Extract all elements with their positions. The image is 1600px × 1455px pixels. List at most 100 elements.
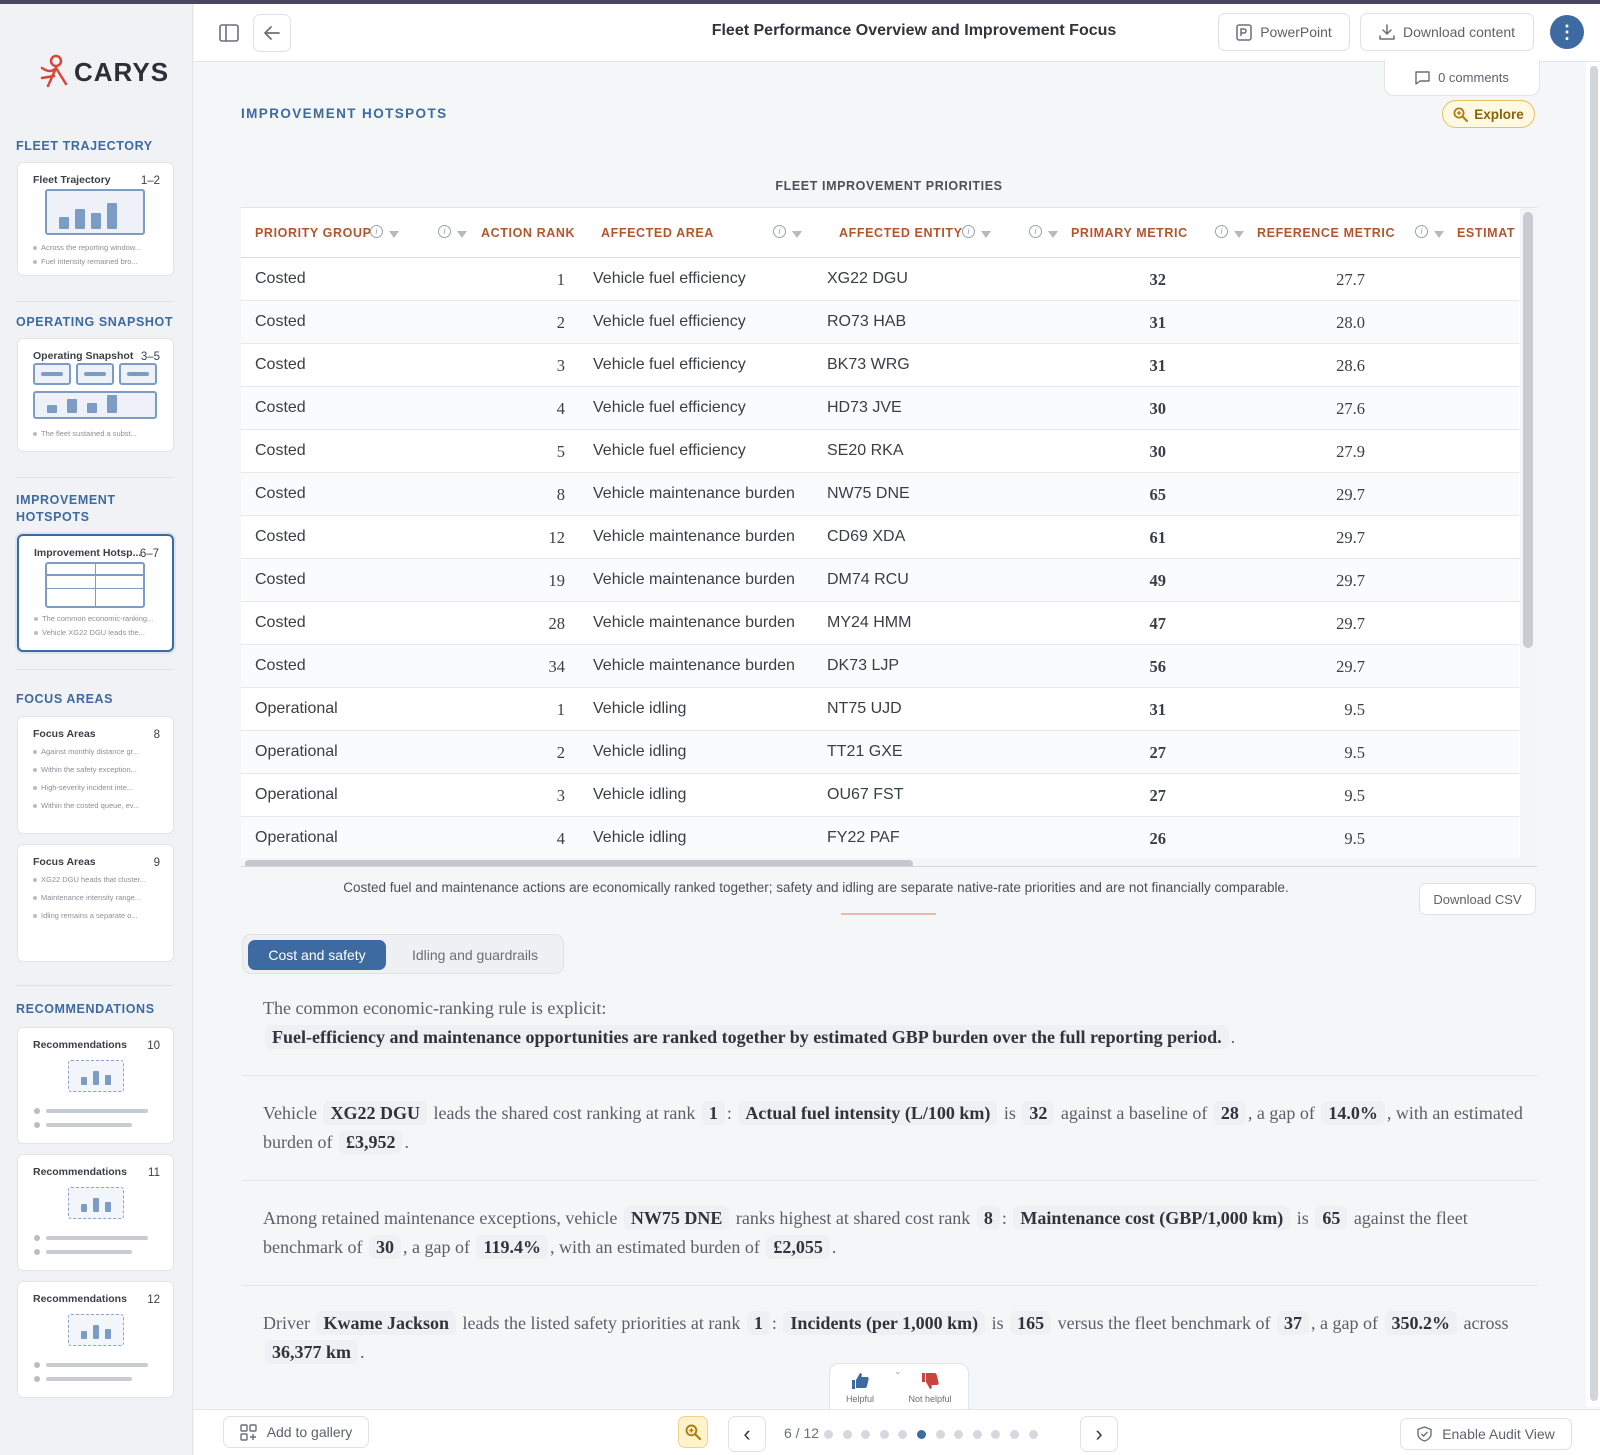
cell-affected-area: Vehicle fuel efficiency xyxy=(593,399,746,416)
comments-button[interactable]: 0 comments xyxy=(1384,60,1540,96)
filter-icon[interactable] xyxy=(792,228,802,240)
toggle-sidebar-button[interactable] xyxy=(214,18,244,48)
table-row[interactable]: Costed 3 Vehicle fuel efficiency BK73 WRG 31… xyxy=(241,344,1519,387)
slide-thumb-11[interactable]: Recommendations 11 xyxy=(17,1154,174,1271)
tab-cost-and-safety[interactable]: Cost and safety xyxy=(248,940,386,970)
thumb-bullet: Within the costed queue, ev... xyxy=(33,801,139,810)
narrative-text: ranks highest at shared cost rank xyxy=(735,1208,971,1228)
thumb-title: Focus Areas xyxy=(33,856,96,868)
cell-priority-group: Operational xyxy=(255,700,338,717)
narrative-tabs: Cost and safety Idling and guardrails xyxy=(242,934,564,974)
cell-action-rank: 28 xyxy=(548,614,566,633)
page-vertical-scroll-thumb[interactable] xyxy=(1590,66,1598,1401)
page-dot[interactable] xyxy=(879,1430,889,1439)
not-helpful-button[interactable]: Not helpful xyxy=(900,1372,960,1405)
next-slide-button[interactable]: › xyxy=(1080,1416,1118,1452)
table-row[interactable]: Costed 19 Vehicle maintenance burden DM74 R… xyxy=(241,559,1519,602)
table-row[interactable]: Costed 4 Vehicle fuel efficiency HD73 JVE 30… xyxy=(241,387,1519,430)
slide-thumb-12[interactable]: Recommendations 12 xyxy=(17,1281,174,1398)
table-row[interactable]: Costed 5 Vehicle fuel efficiency SE20 RKA 30… xyxy=(241,430,1519,473)
cell-primary-metric: 31 xyxy=(1149,700,1167,719)
table-row[interactable]: Costed 34 Vehicle maintenance burden DK73 L… xyxy=(241,645,1519,688)
cell-affected-entity: RO73 HAB xyxy=(827,313,907,330)
highlight-chip: 165 xyxy=(1010,1311,1052,1335)
thumb-title: Improvement Hotsp... xyxy=(34,547,142,559)
zoom-button[interactable] xyxy=(678,1416,708,1448)
filter-icon[interactable] xyxy=(1234,228,1244,240)
cell-reference-metric: 29.7 xyxy=(1336,657,1365,676)
cell-reference-metric: 27.9 xyxy=(1336,442,1365,461)
narrative-text: , a gap of xyxy=(1311,1313,1379,1333)
placeholder-chart-icon xyxy=(68,1187,124,1219)
cell-reference-metric: 28.6 xyxy=(1336,356,1365,375)
table-row[interactable]: Costed 28 Vehicle maintenance burden MY24 H… xyxy=(241,602,1519,645)
cell-affected-area: Vehicle idling xyxy=(593,786,687,803)
slide-thumb-10[interactable]: Recommendations 10 xyxy=(17,1027,174,1144)
slide-thumb-6-7[interactable]: Improvement Hotsp... 6–7 The common econ… xyxy=(17,534,174,652)
powerpoint-button[interactable]: PowerPoint xyxy=(1218,13,1350,51)
table-row[interactable]: Costed 8 Vehicle maintenance burden NW75 DN… xyxy=(241,473,1519,516)
table-row[interactable]: Operational 4 Vehicle idling FY22 PAF 26 9.5 xyxy=(241,817,1519,860)
filter-icon[interactable] xyxy=(389,228,399,240)
cell-affected-entity: SE20 RKA xyxy=(827,442,904,459)
table-row[interactable]: Operational 3 Vehicle idling OU67 FST 27 9.5 xyxy=(241,774,1519,817)
cell-primary-metric: 26 xyxy=(1149,829,1167,848)
column-header-affected-area[interactable]: AFFECTED AREA xyxy=(601,226,714,240)
info-icon[interactable]: i xyxy=(1415,225,1428,238)
table-row[interactable]: Costed 2 Vehicle fuel efficiency RO73 HAB 31… xyxy=(241,301,1519,344)
info-icon[interactable]: i xyxy=(962,225,975,238)
info-icon[interactable]: i xyxy=(1029,225,1042,238)
column-header-estimated[interactable]: ESTIMAT xyxy=(1457,226,1515,240)
add-to-gallery-button[interactable]: Add to gallery xyxy=(223,1416,369,1448)
table-row[interactable]: Costed 1 Vehicle fuel efficiency XG22 DGU 32… xyxy=(241,258,1519,301)
slide-thumb-3-5[interactable]: Operating Snapshot 3–5 The fleet sustain… xyxy=(17,338,174,452)
download-csv-button[interactable]: Download CSV xyxy=(1419,883,1536,915)
back-button[interactable] xyxy=(253,14,291,52)
info-icon[interactable]: i xyxy=(370,225,383,238)
page-dot[interactable] xyxy=(1028,1430,1038,1439)
page-dot[interactable] xyxy=(842,1430,852,1439)
tab-idling-and-guardrails[interactable]: Idling and guardrails xyxy=(395,940,555,970)
info-icon[interactable]: i xyxy=(438,225,451,238)
page-dot[interactable] xyxy=(917,1430,926,1439)
cell-affected-entity: CD69 XDA xyxy=(827,528,906,545)
table-row[interactable]: Operational 2 Vehicle idling TT21 GXE 27 9.5 xyxy=(241,731,1519,774)
info-icon[interactable]: i xyxy=(773,225,786,238)
cell-primary-metric: 31 xyxy=(1149,356,1167,375)
enable-audit-view-label: Enable Audit View xyxy=(1442,1426,1555,1442)
column-header-reference-metric[interactable]: REFERENCE METRIC xyxy=(1257,226,1395,240)
highlight-chip: XG22 DGU xyxy=(323,1101,427,1125)
column-header-primary-metric[interactable]: PRIMARY METRIC xyxy=(1071,226,1188,240)
table-row[interactable]: Operational 1 Vehicle idling NT75 UJD 31 9.5 xyxy=(241,688,1519,731)
page-dot[interactable] xyxy=(861,1430,871,1439)
thumb-title: Recommendations xyxy=(33,1293,127,1305)
slide-thumb-8[interactable]: Focus Areas 8 Against monthly distance g… xyxy=(17,716,174,834)
filter-icon[interactable] xyxy=(1434,228,1444,240)
kebab-menu-icon[interactable]: ⋮ xyxy=(1550,15,1584,49)
slide-thumb-1-2[interactable]: Fleet Trajectory 1–2 Across the reportin… xyxy=(17,162,174,276)
page-dot[interactable] xyxy=(824,1430,833,1439)
filter-icon[interactable] xyxy=(457,228,467,240)
cell-primary-metric: 65 xyxy=(1149,485,1167,504)
page-dot[interactable] xyxy=(954,1430,964,1439)
page-dot[interactable] xyxy=(1010,1430,1019,1439)
explore-button[interactable]: Explore xyxy=(1442,100,1535,128)
helpful-button[interactable]: Helpful xyxy=(830,1372,890,1405)
page-dot[interactable] xyxy=(898,1430,908,1439)
download-content-button[interactable]: Download content xyxy=(1360,13,1534,51)
page-dot[interactable] xyxy=(991,1430,1001,1439)
column-header-action-rank[interactable]: ACTION RANK xyxy=(481,226,575,240)
table-row[interactable]: Costed 12 Vehicle maintenance burden CD69 X… xyxy=(241,516,1519,559)
slide-sidebar: CARYS FLEET TRAJECTORY Fleet Trajectory … xyxy=(0,4,193,1455)
previous-slide-button[interactable]: ‹ xyxy=(728,1416,766,1452)
slide-thumb-9[interactable]: Focus Areas 9 XG22 DGU heads that cluste… xyxy=(17,844,174,962)
filter-icon[interactable] xyxy=(981,228,991,240)
column-header-priority-group[interactable]: PRIORITY GROUP xyxy=(255,226,372,240)
column-header-affected-entity[interactable]: AFFECTED ENTITY xyxy=(839,226,963,240)
enable-audit-view-button[interactable]: Enable Audit View xyxy=(1400,1418,1572,1450)
filter-icon[interactable] xyxy=(1048,228,1058,240)
table-vertical-scroll-thumb[interactable] xyxy=(1523,212,1533,648)
page-dot[interactable] xyxy=(972,1430,982,1439)
info-icon[interactable]: i xyxy=(1215,225,1228,238)
page-dot[interactable] xyxy=(935,1430,945,1439)
